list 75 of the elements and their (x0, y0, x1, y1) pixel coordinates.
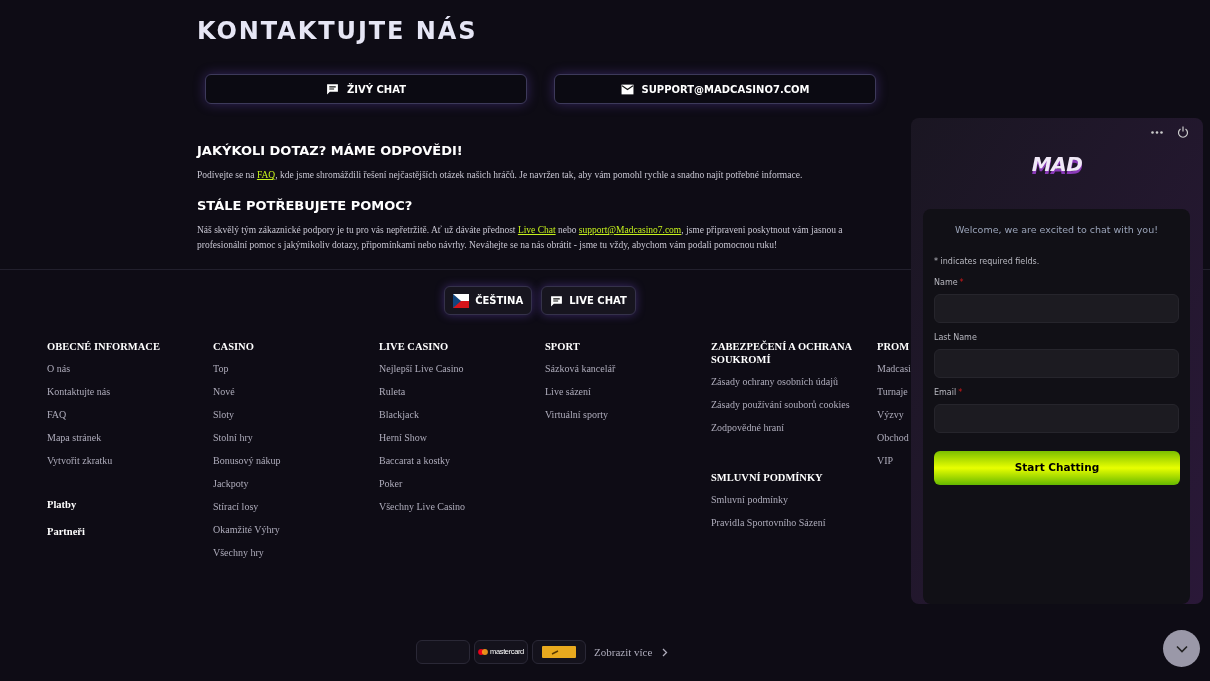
payment-logo (416, 640, 470, 664)
footer-link[interactable]: Vytvořit zkratku (47, 453, 113, 468)
footer-link[interactable]: Herní Show (379, 430, 428, 445)
footer-link[interactable]: Obchod (877, 430, 909, 445)
footer-link[interactable]: Stolní hry (213, 430, 253, 445)
footer-heading: Platby (47, 498, 77, 511)
footer-link[interactable]: Ruleta (379, 384, 406, 399)
mail-icon (620, 83, 634, 95)
section-paragraph: Náš skvělý tým zákaznické podpory je tu pro vás nepřetržitě. Ať už dáváte přednost Live Chat nebo support@Madcasino7.com, jsme připraveni poskytnout vám jasnou a profesionální pomoc s jakýmikoliv dotazy, připomínkami nebo návrhy. Neváhejte se na nás obrátit - jsme tu vždy, abychom vám podali pomocnou ruku! (197, 224, 844, 252)
footer-link[interactable]: Bonusový nákup (213, 453, 281, 468)
more-icon[interactable] (1151, 130, 1163, 134)
footer-link[interactable]: Poker (379, 476, 403, 491)
section-heading: JAKÝKOLI DOTAZ? MÁME ODPOVĚDI! (197, 142, 464, 160)
page-title: KONTAKTUJTE NÁS (197, 16, 479, 46)
footer-link[interactable]: Výzvy (877, 407, 904, 422)
field-label: Email (934, 387, 957, 400)
section-heading: STÁLE POTŘEBUJETE POMOC? (197, 197, 414, 215)
text-link[interactable]: Live Chat (517, 225, 556, 235)
footer-link[interactable]: Nejlepší Live Casino (379, 361, 464, 376)
footer-link[interactable]: Sloty (213, 407, 235, 422)
footer-heading: ZABEZPEČENÍ A OCHRANA SOUKROMÍ (711, 340, 853, 366)
show-more-link[interactable]: Zobrazit více (594, 643, 653, 661)
footer-heading: CASINO (213, 340, 254, 353)
footer-link[interactable]: Blackjack (379, 407, 419, 422)
language-button[interactable]: ČEŠTINA (444, 286, 533, 315)
footer-link[interactable]: Smluvní podmínky (711, 492, 788, 507)
chevron-right-icon (662, 647, 669, 657)
footer-link[interactable]: Madcasi (877, 361, 911, 376)
footer-heading: SPORT (545, 340, 580, 353)
mastercard-icon (478, 649, 489, 655)
footer-link[interactable]: Zodpovědné hraní (711, 420, 785, 435)
scroll-down-button[interactable] (1163, 630, 1200, 667)
footer-heading: Partneři (47, 525, 85, 538)
footer-link[interactable]: FAQ (47, 407, 67, 422)
section-paragraph: Podívejte se na FAQ, kde jsme shromáždili řešení nejčastějších otázek našich hráčů. Je navržen tak, aby vám pomohl rychle a snadno najít potřebné informace. (197, 169, 804, 182)
welcome-text: Welcome, we are excited to chat with you! (954, 223, 1159, 237)
footer-link[interactable]: Pravidla Sportovního Sázení (711, 515, 826, 530)
footer-heading: SMLUVNÍ PODMÍNKY (711, 471, 823, 484)
field-label: Name (934, 277, 958, 290)
footer-link[interactable]: VIP (877, 453, 894, 468)
footer-link[interactable]: Live sázení (545, 384, 591, 399)
footer-link[interactable]: Top (213, 361, 229, 376)
footer-link[interactable]: Nové (213, 384, 235, 399)
required-mark: * (959, 277, 964, 290)
footer-link[interactable]: Kontaktujte nás (47, 384, 111, 399)
footer-link[interactable]: O nás (47, 361, 71, 376)
chat-icon (326, 83, 340, 95)
power-icon[interactable] (1177, 126, 1189, 138)
footer-heading: LIVE CASINO (379, 340, 449, 353)
field-label: Last Name (934, 332, 977, 345)
footer-link[interactable]: Stírací losy (213, 499, 259, 514)
footer-heading: PROM (877, 340, 910, 353)
footer-link[interactable]: Turnaje (877, 384, 908, 399)
required-mark: * (958, 387, 963, 400)
footer-link[interactable]: Baccarat a kostky (379, 453, 451, 468)
footer-link[interactable]: Virtuální sporty (545, 407, 608, 422)
footer-link[interactable]: Zásady používání souborů cookies (711, 397, 850, 412)
footer-link[interactable]: Sázková kancelář (545, 361, 616, 376)
contact-button[interactable]: ŽIVÝ CHAT (205, 74, 527, 104)
card-icon (542, 646, 576, 658)
footer-link[interactable]: Všechny Live Casino (379, 499, 466, 514)
footer-link[interactable]: Okamžité Výhry (213, 522, 280, 537)
footer-link[interactable]: Jackpoty (213, 476, 249, 491)
chevron-down-icon (1175, 644, 1188, 653)
footer-link[interactable]: Mapa stránek (47, 430, 102, 445)
contact-button[interactable]: SUPPORT@MADCASINO7.COM (554, 74, 876, 104)
chat-icon (550, 294, 564, 307)
start-chatting-button[interactable]: Start Chatting (934, 451, 1180, 486)
footer-link[interactable]: Všechny hry (213, 545, 264, 560)
brand-logo: MAD (1031, 153, 1083, 175)
footer-heading: OBECNÉ INFORMACE (47, 340, 160, 353)
flag-icon (453, 293, 470, 308)
footer-link[interactable]: Zásady ochrany osobních údajů (711, 374, 838, 389)
live-chat-button[interactable]: LIVE CHAT (541, 286, 636, 315)
required-note: * indicates required fields. (934, 256, 1041, 269)
